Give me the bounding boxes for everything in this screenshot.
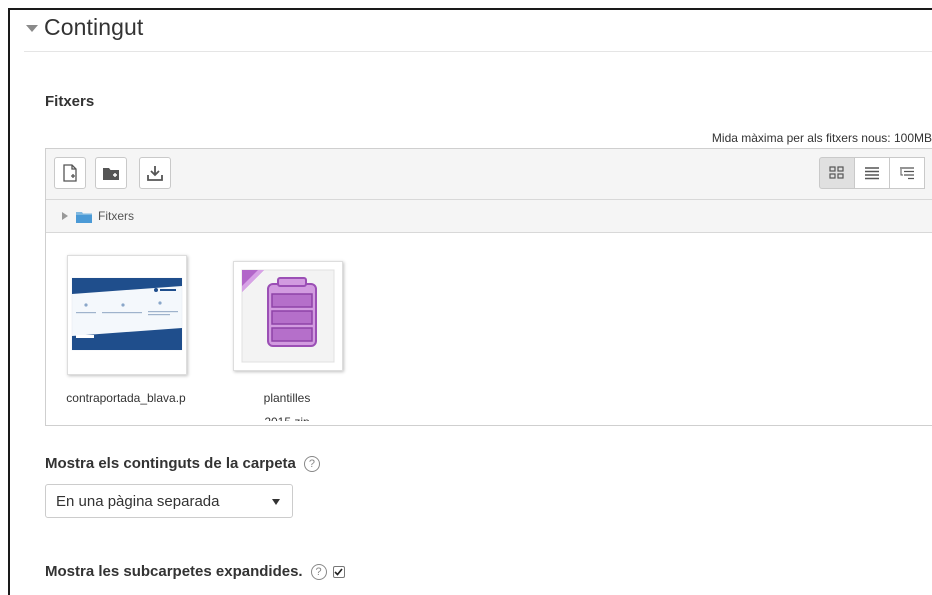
show-subfolders-checkbox[interactable] <box>332 565 345 578</box>
file-name: plantilles <box>263 391 311 405</box>
pdf-thumbnail-image <box>67 255 187 375</box>
add-file-icon <box>63 164 77 182</box>
grid-view-icon <box>829 166 844 179</box>
max-size-info: Mida màxima per als fitxers nous: 100MB <box>711 131 932 145</box>
section-divider <box>24 51 932 52</box>
select-value: En una pàgina separada <box>56 492 220 510</box>
create-folder-icon <box>103 167 119 180</box>
add-file-button[interactable] <box>54 157 86 189</box>
tree-view-icon <box>900 167 914 180</box>
tree-view-button[interactable] <box>889 157 925 189</box>
display-contents-label: Mostra els continguts de la carpeta ? <box>45 455 320 472</box>
file-name-continued: 2015.zip <box>212 415 362 421</box>
zip-archive-icon <box>233 261 343 371</box>
window-border-top <box>8 8 932 10</box>
section-header-contingut[interactable]: Contingut <box>26 14 143 41</box>
list-view-icon <box>865 167 879 180</box>
show-subfolders-label: Mostra les subcarpetes expandides. ? <box>45 563 345 580</box>
download-button[interactable] <box>139 157 171 189</box>
download-icon <box>147 165 163 181</box>
expand-arrow-icon[interactable] <box>62 212 68 220</box>
file-manager-path-bar: Fitxers <box>46 200 932 233</box>
list-view-button[interactable] <box>854 157 890 189</box>
help-icon[interactable]: ? <box>303 455 320 472</box>
collapse-caret-icon[interactable] <box>26 25 38 32</box>
folder-icon <box>76 210 92 223</box>
file-manager-toolbar <box>46 149 932 200</box>
files-label: Fitxers <box>45 93 95 110</box>
grid-view-button[interactable] <box>819 157 855 189</box>
help-icon[interactable]: ? <box>310 563 327 580</box>
file-name: contraportada_blava.p <box>66 391 186 405</box>
create-folder-button[interactable] <box>95 157 127 189</box>
show-subfolders-label-text: Mostra les subcarpetes expandides. <box>45 563 303 580</box>
window-border-left <box>8 8 10 595</box>
view-mode-group <box>819 157 925 189</box>
display-contents-select[interactable]: En una pàgina separada <box>45 484 293 518</box>
display-contents-label-text: Mostra els continguts de la carpeta <box>45 455 296 472</box>
checkmark-icon <box>334 567 343 576</box>
path-folder-link[interactable]: Fitxers <box>98 209 134 223</box>
file-manager: Fitxers contraportada_blava.p plantilles <box>45 148 932 426</box>
chevron-down-icon <box>272 499 280 505</box>
section-title: Contingut <box>44 14 144 40</box>
